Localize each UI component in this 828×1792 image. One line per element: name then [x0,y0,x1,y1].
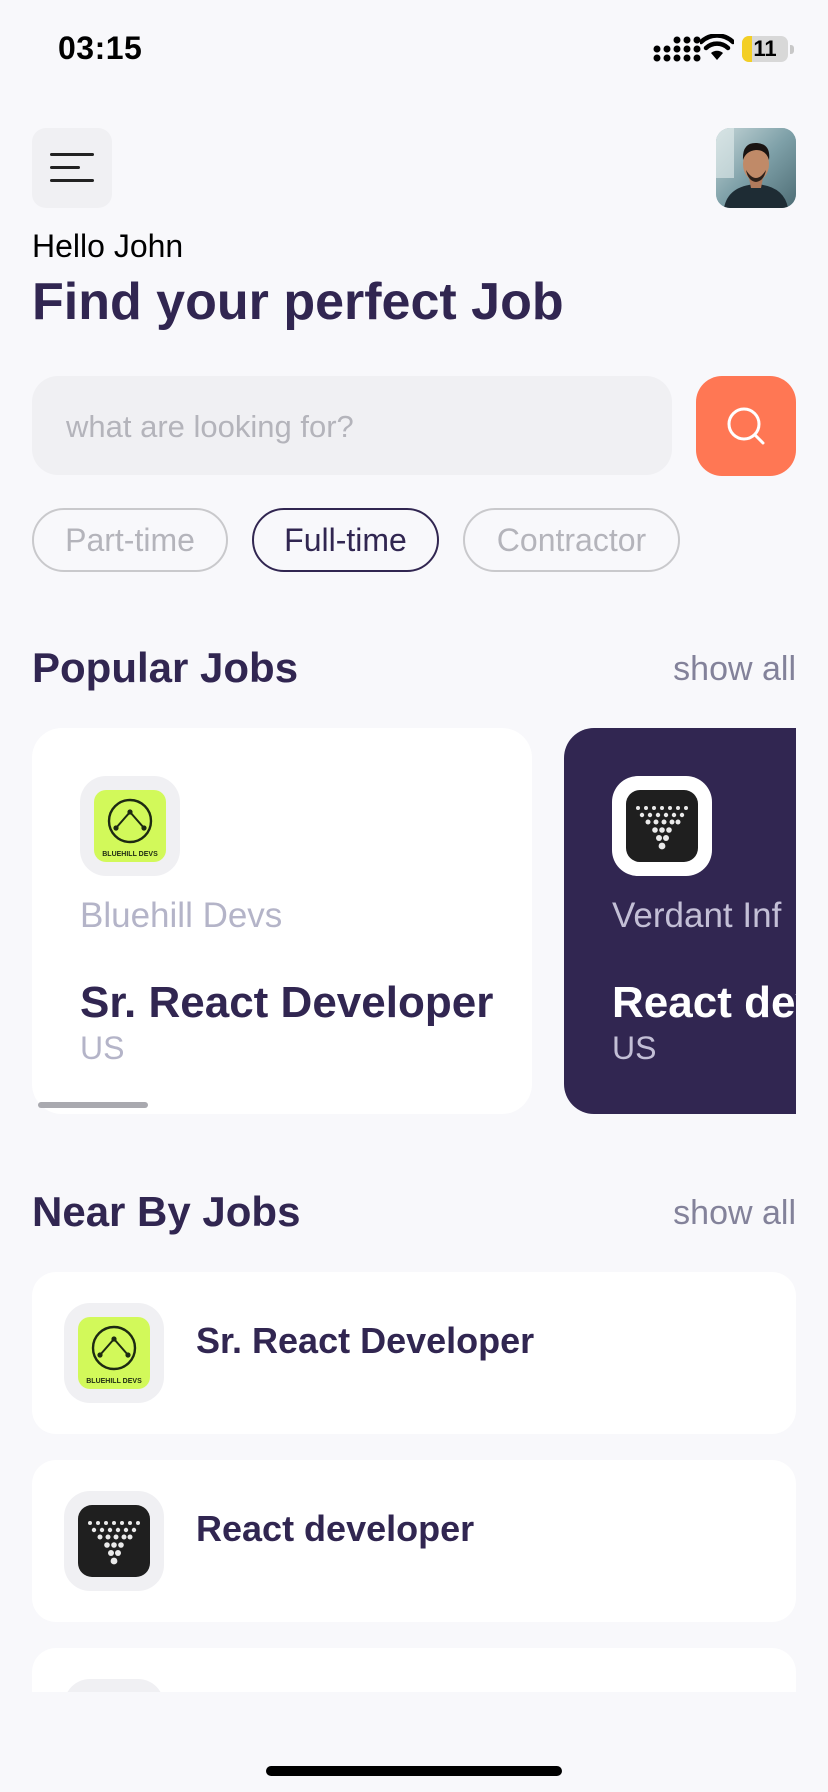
user-profile-photo [716,128,796,208]
job-title: React developer [196,1508,475,1549]
nearby-job-item[interactable]: React developer [32,1460,796,1622]
bluehill-devs-logo-icon: BLUEHILL DEVS [94,790,166,862]
home-indicator [266,1766,562,1776]
job-location: US [80,1030,125,1066]
search-input[interactable] [64,376,648,477]
chip-part-time[interactable]: Part-time [32,508,228,572]
nearby-list-clip [0,1640,828,1692]
job-title: React dev [612,978,796,1027]
company-logo [612,776,712,876]
cellular-signal-icon [653,36,701,62]
popular-jobs-carousel[interactable]: BLUEHILL DEVS Bluehill Devs Sr. React De… [0,728,796,1114]
wifi-icon [700,34,734,60]
hamburger-menu-icon [50,153,94,156]
verdant-logo-icon [78,1505,150,1577]
carousel-scroll-indicator [38,1102,148,1108]
status-time: 03:15 [58,30,143,66]
search-button[interactable] [696,376,796,476]
menu-button[interactable] [32,128,112,208]
company-logo [64,1679,164,1692]
company-logo: BLUEHILL DEVS [80,776,180,876]
avatar[interactable] [716,128,796,208]
popular-jobs-title: Popular Jobs [32,644,299,691]
battery-icon: 11 [742,36,794,64]
company-logo [64,1491,164,1591]
nearby-job-item[interactable] [32,1648,796,1692]
job-title: Sr. React Developer [80,978,494,1027]
verdant-logo-icon [626,790,698,862]
nearby-show-all-link[interactable]: show all [673,1194,796,1233]
company-name: Verdant Inf [612,896,782,935]
search-icon [727,407,765,445]
status-bar: 03:15 11 [0,0,828,100]
chip-contractor[interactable]: Contractor [463,508,680,572]
popular-job-card[interactable]: BLUEHILL DEVS Bluehill Devs Sr. React De… [32,728,532,1114]
popular-show-all-link[interactable]: show all [673,650,796,689]
page-title: Find your perfect Job [32,273,564,331]
popular-job-card-selected[interactable]: Verdant Inf React dev US [564,728,796,1114]
svg-text:BLUEHILL DEVS: BLUEHILL DEVS [86,1378,142,1385]
chip-full-time[interactable]: Full-time [252,508,439,572]
nearby-job-item[interactable]: BLUEHILL DEVS Sr. React Developer [32,1272,796,1434]
search-bar [32,376,672,477]
battery-level: 11 [753,36,777,61]
bluehill-devs-logo-icon: BLUEHILL DEVS [78,1317,150,1389]
nearby-jobs-title: Near By Jobs [32,1188,301,1235]
job-title: Sr. React Developer [196,1320,535,1361]
company-logo: BLUEHILL DEVS [64,1303,164,1403]
job-location: US [612,1030,657,1066]
svg-text:BLUEHILL DEVS: BLUEHILL DEVS [102,851,158,858]
greeting: Hello John [32,228,184,264]
company-name: Bluehill Devs [80,896,283,935]
